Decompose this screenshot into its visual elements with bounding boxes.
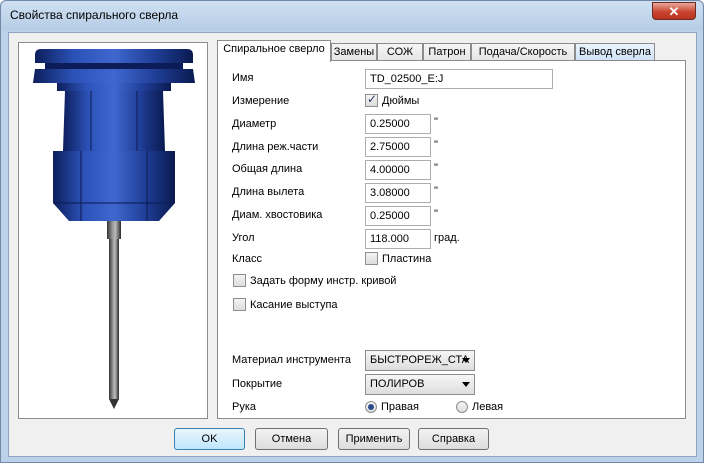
- tool-preview-image: [18, 42, 208, 419]
- shank-diameter-field[interactable]: 0.25000: [365, 206, 431, 226]
- overhang-length-label: Длина вылета: [232, 186, 305, 198]
- tab-panel-twist-drill: Имя TD_02500_E:J Измерение Дюймы Диаметр…: [217, 60, 686, 419]
- inches-checkbox[interactable]: [365, 92, 378, 107]
- tab-feed-speed[interactable]: Подача/Скорость: [471, 43, 575, 61]
- overall-length-field[interactable]: 4.00000: [365, 160, 431, 180]
- hand-label: Рука: [232, 401, 257, 413]
- flute-length-unit: ": [434, 139, 438, 151]
- coating-value: ПОЛИРОВ: [370, 378, 425, 390]
- close-icon: ✕: [668, 3, 680, 19]
- flute-length-field[interactable]: 2.75000: [365, 137, 431, 157]
- shank-diameter-label: Диам. хвостовика: [232, 209, 323, 221]
- chevron-down-icon: [462, 382, 470, 387]
- close-button[interactable]: ✕: [652, 2, 696, 20]
- tab-label: Замены: [333, 46, 375, 58]
- window-title: Свойства спирального сверла: [10, 8, 179, 22]
- insert-checkbox-label: Пластина: [382, 253, 432, 265]
- inches-checkbox-label: Дюймы: [382, 95, 420, 107]
- overall-length-label: Общая длина: [232, 163, 303, 175]
- coating-label: Покрытие: [232, 378, 283, 390]
- title-bar[interactable]: Свойства спирального сверла ✕: [1, 1, 703, 31]
- help-button[interactable]: Справка: [418, 428, 489, 450]
- ok-button[interactable]: OK: [174, 428, 245, 450]
- hand-right-radio[interactable]: [365, 401, 377, 413]
- class-label: Класс: [232, 253, 262, 265]
- tab-label: Вывод сверла: [579, 46, 651, 58]
- tab-twist-drill[interactable]: Спиральное сверло: [217, 40, 331, 62]
- angle-unit: град.: [434, 232, 460, 244]
- shoulder-touch-label: Касание выступа: [250, 299, 338, 311]
- tab-label: Подача/Скорость: [478, 46, 568, 58]
- flute-length-label: Длина реж.части: [232, 141, 319, 153]
- name-field[interactable]: TD_02500_E:J: [365, 69, 553, 89]
- diameter-unit: ": [434, 116, 438, 128]
- coating-dropdown[interactable]: ПОЛИРОВ: [365, 374, 475, 395]
- tool-material-value: БЫСТРОРЕЖ_СТА: [370, 354, 470, 366]
- shank-diameter-unit: ": [434, 208, 438, 220]
- tool-material-label: Материал инструмента: [232, 354, 351, 366]
- diameter-label: Диаметр: [232, 118, 277, 130]
- tool-material-dropdown[interactable]: БЫСТРОРЕЖ_СТА: [365, 350, 475, 371]
- angle-label: Угол: [232, 232, 255, 244]
- hand-right-label: Правая: [381, 401, 419, 413]
- insert-checkbox[interactable]: [365, 252, 378, 265]
- cancel-button[interactable]: Отмена: [255, 428, 328, 450]
- tab-replacements[interactable]: Замены: [331, 43, 377, 61]
- overhang-length-field[interactable]: 3.08000: [365, 183, 431, 203]
- overhang-length-unit: ": [434, 185, 438, 197]
- curve-shape-label: Задать форму инстр. кривой: [250, 275, 397, 287]
- hand-left-label: Левая: [472, 401, 504, 413]
- curve-shape-checkbox[interactable]: [233, 274, 246, 287]
- name-label: Имя: [232, 72, 254, 84]
- tab-label: Патрон: [428, 46, 466, 58]
- hand-left-radio[interactable]: [456, 401, 468, 413]
- tab-label: СОЖ: [386, 46, 414, 58]
- overall-length-unit: ": [434, 162, 438, 174]
- measurement-label: Измерение: [232, 95, 290, 107]
- tab-drill-output[interactable]: Вывод сверла: [575, 43, 655, 61]
- diameter-field[interactable]: 0.25000: [365, 114, 431, 134]
- chevron-down-icon: [462, 358, 470, 363]
- shoulder-touch-checkbox[interactable]: [233, 298, 246, 311]
- dialog-window: Свойства спирального сверла ✕ Спиральное…: [0, 0, 704, 463]
- angle-field[interactable]: 118.000: [365, 229, 431, 249]
- tab-holder[interactable]: Патрон: [423, 43, 471, 61]
- dialog-client-area: Спиральное сверло Замены СОЖ Патрон Пода…: [8, 32, 697, 457]
- tab-coolant[interactable]: СОЖ: [377, 43, 423, 61]
- tab-label: Спиральное сверло: [223, 43, 325, 55]
- apply-button[interactable]: Применить: [338, 428, 410, 450]
